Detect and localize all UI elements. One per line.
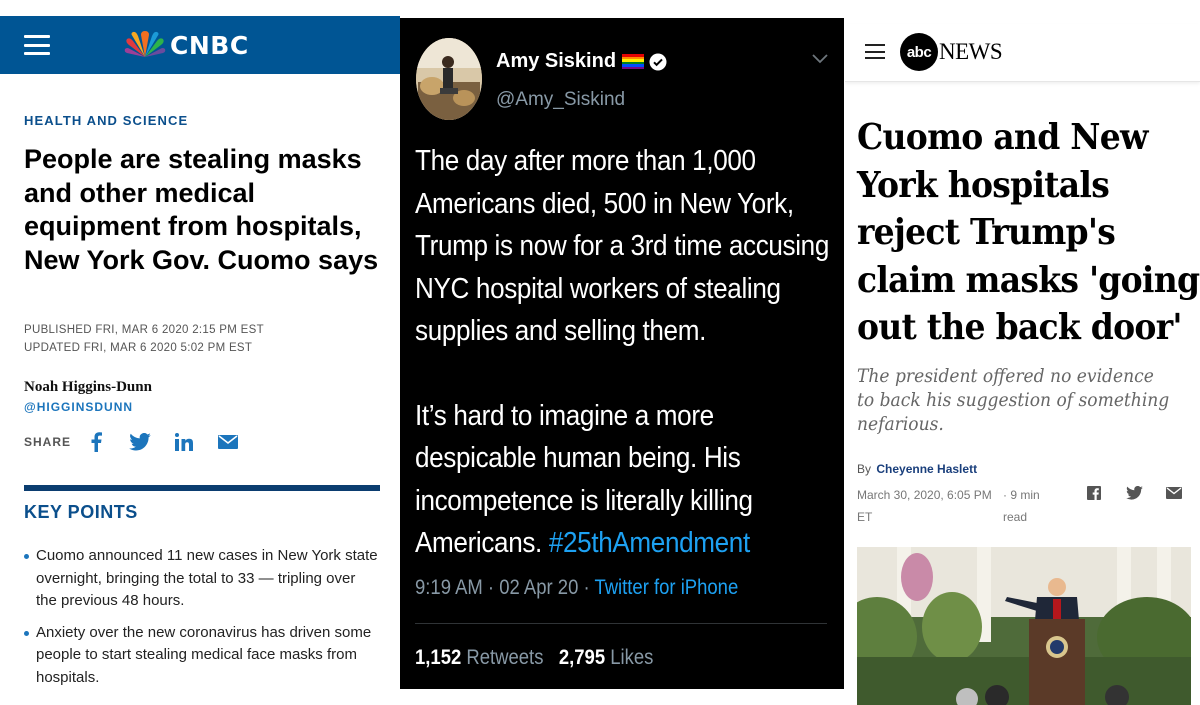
avatar[interactable] [416,38,482,120]
updated-date: UPDATED FRI, MAR 6 2020 5:02 PM EST [24,342,253,354]
menu-icon[interactable] [24,35,50,55]
abc-news-logo[interactable]: abc NEWS [900,33,1003,71]
abc-article-panel: abc NEWS Cuomo and New York hospitals re… [845,0,1200,705]
rainbow-flag-icon [622,54,645,69]
facebook-icon[interactable] [1085,484,1103,502]
tweet-source-link[interactable]: Twitter for iPhone [594,576,738,599]
abc-logo-circle: abc [900,33,938,71]
hashtag-link[interactable]: #25thAmendment [549,527,750,559]
likes-count[interactable]: 2,795 [559,646,605,669]
key-points-title: KEY POINTS [24,502,138,522]
cnbc-logo-text: CNBC [170,30,249,60]
author-handle[interactable]: @HIGGINSDUNN [24,400,133,414]
email-icon[interactable] [217,431,239,453]
share-bar: SHARE [24,431,261,453]
cnbc-headline: People are stealing masks and other medi… [24,144,379,275]
tweet-stats: 1,152 Retweets 2,795 Likes [415,646,653,670]
tweet-paragraph: The day after more than 1,000 Americans … [415,145,829,347]
retweets-label[interactable]: Retweets [466,646,543,669]
list-item: Cuomo announced 11 new cases in New York… [24,545,380,613]
email-icon[interactable] [1165,484,1183,502]
tweet-time[interactable]: 9:19 AM · 02 Apr 20 · [415,576,594,599]
tweet-text: The day after more than 1,000 Americans … [415,140,838,607]
tweet-paragraph: It’s hard to imagine a more despicable h… [415,395,838,565]
key-points-list: Cuomo announced 11 new cases in New York… [24,545,380,698]
cnbc-article-panel: CNBC HEALTH AND SCIENCE People are steal… [0,0,400,705]
cnbc-dates: PUBLISHED FRI, MAR 6 2020 2:15 PM EST UP… [24,321,264,357]
tweet-author-name[interactable]: Amy Siskind [496,50,667,73]
likes-label[interactable]: Likes [610,646,653,669]
linkedin-icon[interactable] [173,431,195,453]
article-photo[interactable] [857,547,1191,705]
section-label[interactable]: HEALTH AND SCIENCE [24,113,188,128]
press-briefing-image [857,547,1191,705]
abc-logo-text: NEWS [939,39,1003,64]
cnbc-logo[interactable]: CNBC [124,30,249,60]
share-bar [1085,484,1200,502]
list-item: Anxiety over the new coronavirus has dri… [24,622,380,690]
read-time: · 9 min read [1003,488,1040,524]
twitter-icon[interactable] [129,431,151,453]
tweet-timestamp: 9:19 AM · 02 Apr 20 · Twitter for iPhone [415,576,738,600]
facebook-icon[interactable] [85,431,107,453]
author-link[interactable]: Cheyenne Haslett [876,462,977,476]
share-label: SHARE [24,435,72,449]
menu-icon[interactable] [865,44,885,59]
abc-headline: Cuomo and New York hospitals reject Trum… [857,117,1200,348]
retweets-count[interactable]: 1,152 [415,646,461,669]
published-date: PUBLISHED FRI, MAR 6 2020 2:15 PM EST [24,324,264,336]
twitter-icon[interactable] [1125,484,1143,502]
cnbc-header: CNBC [0,16,400,74]
byline: By Cheyenne Haslett [857,462,977,476]
tweet-panel: Amy Siskind @Amy_Siskind The day after m… [400,18,844,689]
author-name[interactable]: Noah Higgins-Dunn [24,379,152,396]
verified-icon [649,53,667,70]
abc-header: abc NEWS [845,24,1200,82]
article-date: March 30, 2020, 6:05 PM ET [857,488,992,524]
key-points-divider [24,485,380,491]
chevron-down-icon[interactable] [812,54,828,64]
peacock-icon [124,31,166,57]
divider [415,623,827,624]
author-name[interactable]: Amy Siskind [496,50,616,73]
byline-label: By [857,462,872,476]
abc-subheadline: The president offered no evidence to bac… [857,365,1170,435]
tweet-author-handle[interactable]: @Amy_Siskind [496,89,625,111]
